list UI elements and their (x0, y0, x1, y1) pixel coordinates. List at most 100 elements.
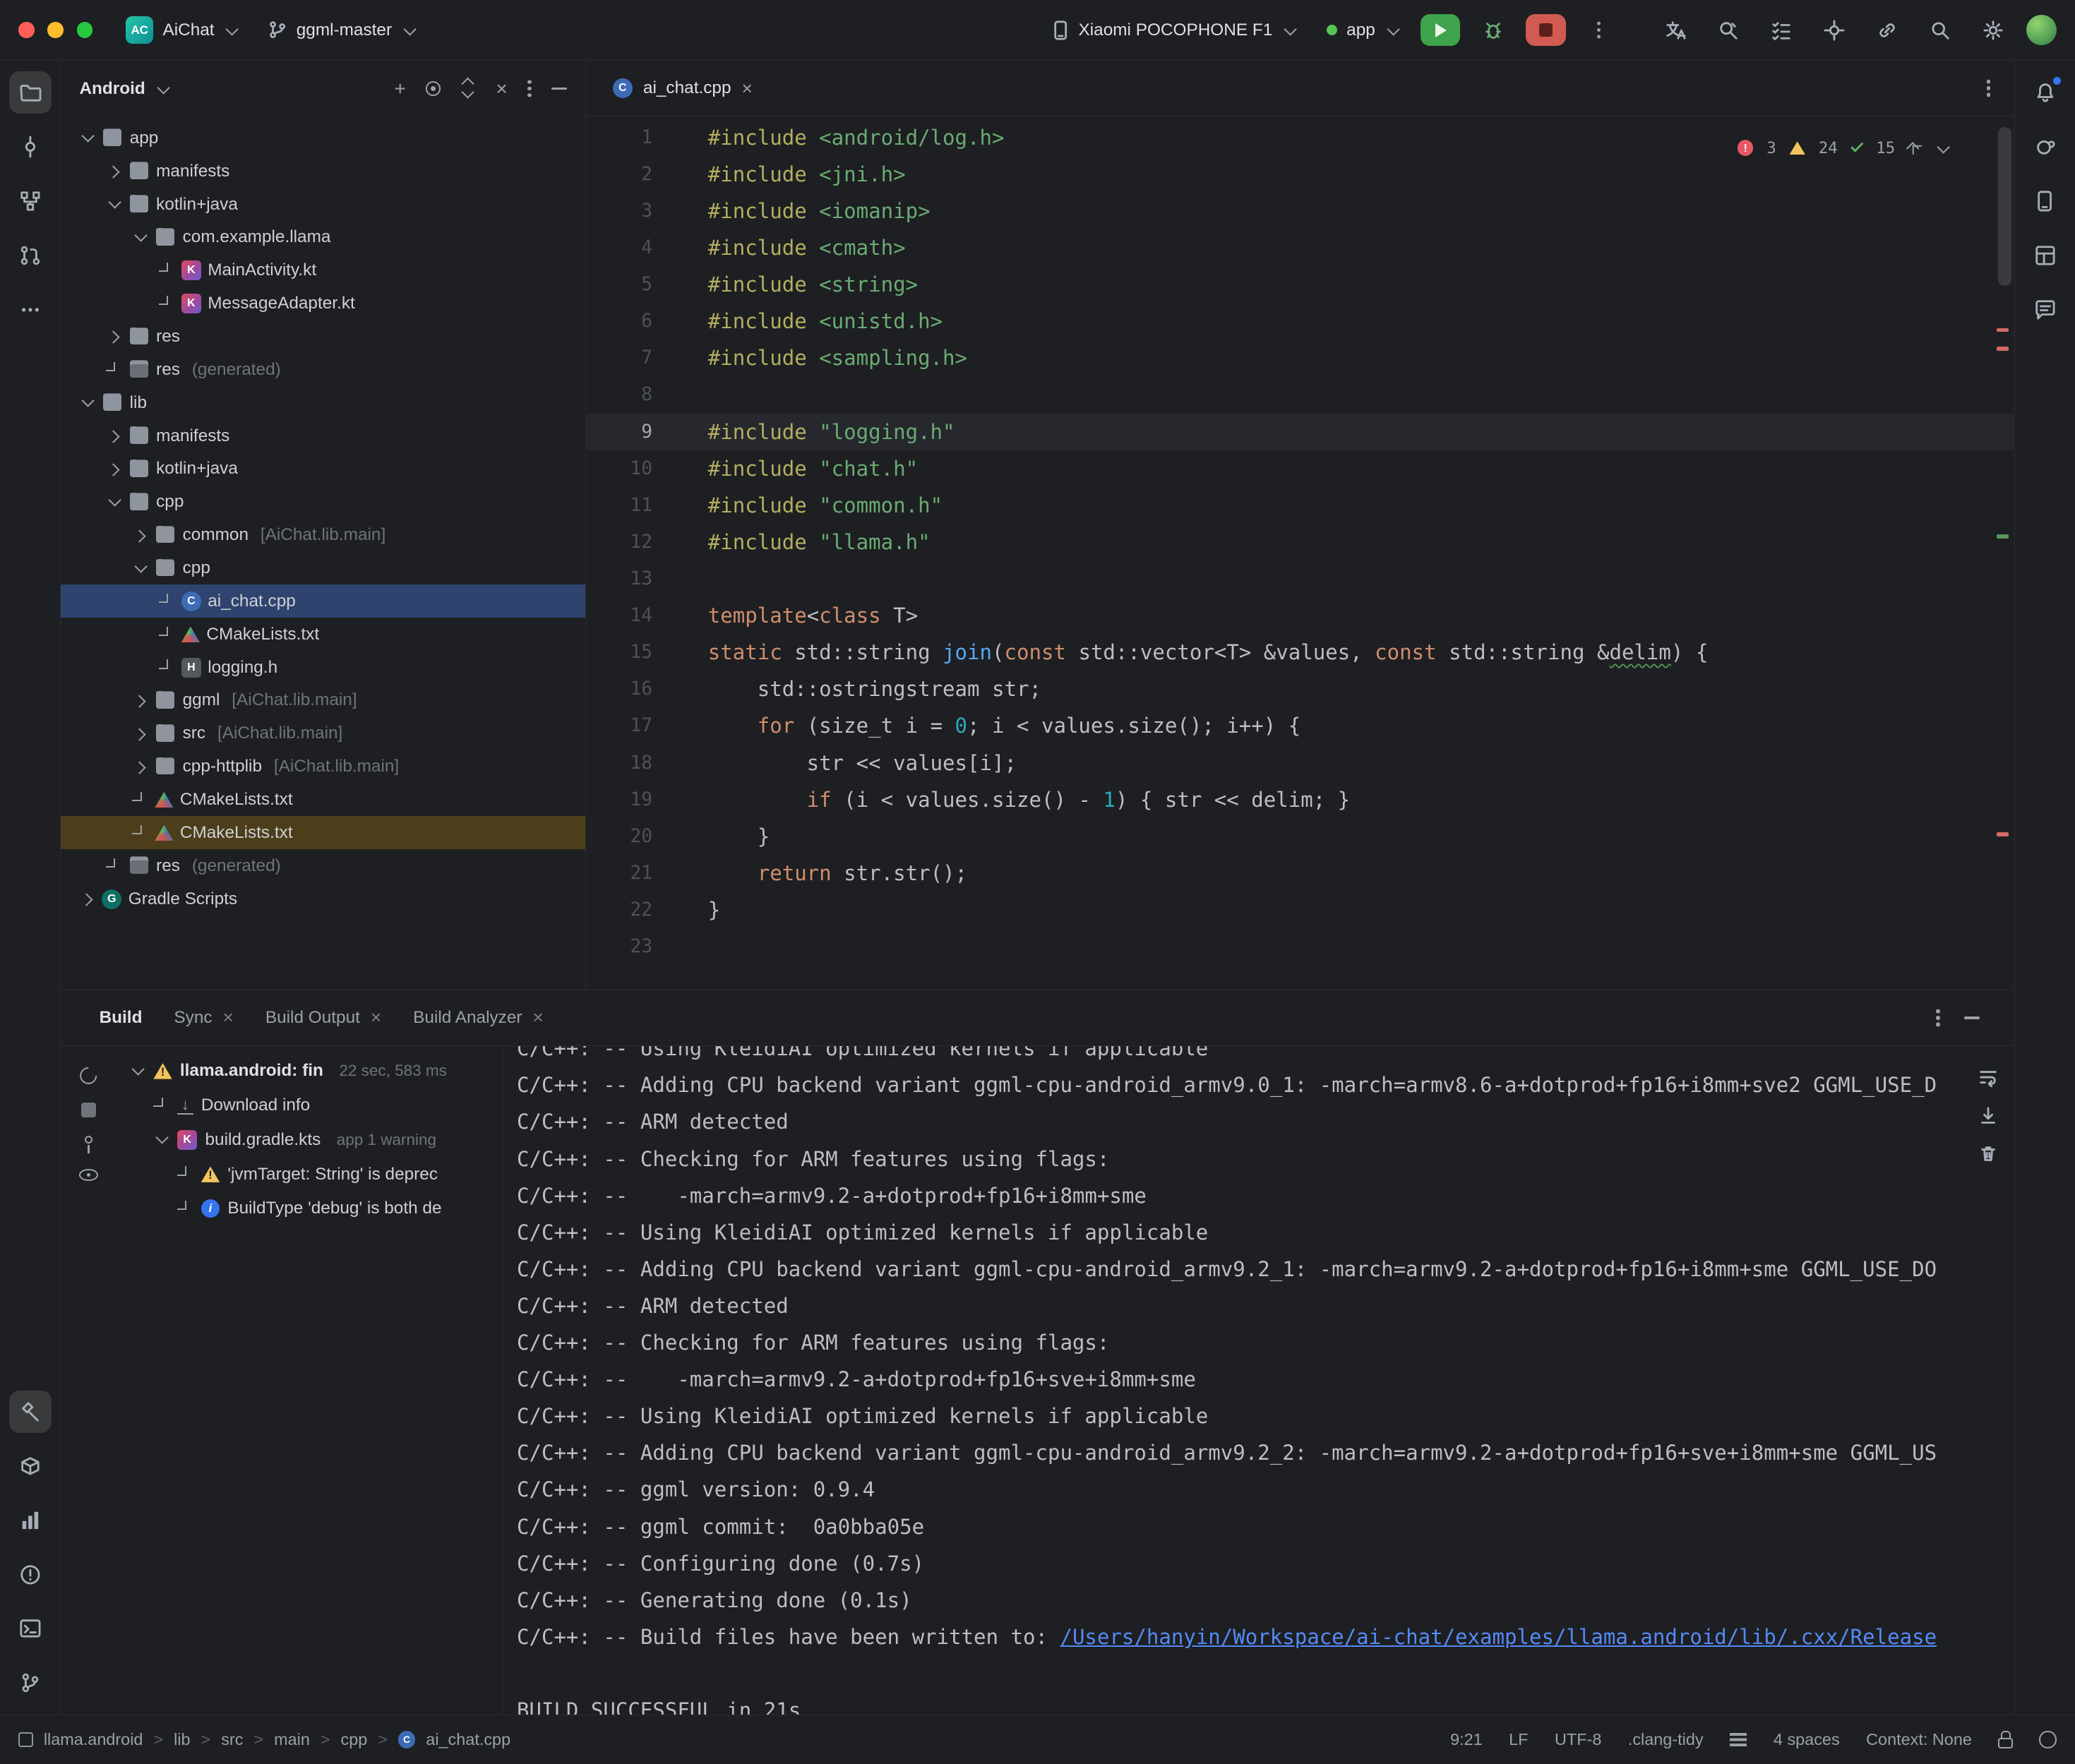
layout-inspector-button[interactable] (2023, 234, 2066, 277)
chevron-right-icon[interactable] (106, 329, 121, 344)
tree-item-ai-chat-cpp[interactable]: Cai_chat.cpp (61, 584, 585, 618)
close-tab-icon[interactable]: × (371, 1007, 381, 1028)
chevron-right-icon[interactable] (132, 527, 148, 543)
chevron-down-icon[interactable] (106, 196, 121, 212)
breadcrumb-item-cpp[interactable]: cpp (341, 1730, 368, 1749)
build-tab-build-analyzer[interactable]: Build Analyzer× (399, 990, 558, 1045)
chevron-down-icon[interactable] (130, 1063, 145, 1079)
code-line-4[interactable]: 4#include <cmath> (586, 229, 2014, 266)
code-line-23[interactable]: 23 (586, 928, 2014, 965)
terminal-tool-button[interactable] (9, 1607, 52, 1650)
options-kebab-icon[interactable] (527, 87, 532, 91)
status-line-separator[interactable]: LF (1509, 1730, 1528, 1749)
build-item-download-info[interactable]: ↓Download info (116, 1088, 503, 1123)
close-tab-icon[interactable]: × (533, 1007, 544, 1028)
status-context[interactable]: Context: None (1866, 1730, 1972, 1749)
stop-build-icon[interactable] (81, 1103, 96, 1117)
build-tab-build[interactable]: Build (85, 990, 157, 1045)
more-run-actions-button[interactable] (1579, 11, 1618, 48)
editor-tab-ai-chat-cpp[interactable]: C ai_chat.cpp × (597, 61, 768, 116)
add-icon[interactable]: + (395, 79, 406, 99)
chevron-down-icon[interactable] (79, 131, 95, 146)
tree-item-mainactivity-kt[interactable]: KMainActivity.kt (61, 254, 585, 287)
code-line-3[interactable]: 3#include <iomanip> (586, 193, 2014, 229)
version-control-tool-button[interactable] (9, 1662, 52, 1704)
change-stripe-mark[interactable] (1997, 534, 2009, 539)
build-item-llama-android-fin[interactable]: !llama.android: fin22 sec, 583 ms (116, 1054, 503, 1088)
status-clang-tidy[interactable]: .clang-tidy (1628, 1730, 1704, 1749)
code-line-5[interactable]: 5#include <string> (586, 266, 2014, 303)
device-mirroring-button[interactable] (1867, 11, 1907, 48)
chevron-down-icon[interactable] (79, 395, 95, 410)
scroll-to-end-icon[interactable] (1978, 1105, 1998, 1125)
editor-options-kebab-icon[interactable] (1987, 86, 1991, 90)
tree-item-gradle-scripts[interactable]: GGradle Scripts (61, 882, 585, 916)
profiler-tool-button[interactable] (9, 1499, 52, 1542)
tree-item-kotlin-java[interactable]: kotlin+java (61, 188, 585, 221)
inspections-widget[interactable]: ! 3 24 15 (1730, 127, 1956, 169)
close-tab-icon[interactable]: × (741, 78, 752, 100)
code-line-6[interactable]: 6#include <unistd.h> (586, 303, 2014, 340)
filter-eye-icon[interactable] (79, 1169, 97, 1181)
macos-zoom-button[interactable] (77, 22, 92, 37)
tree-item-kotlin-java[interactable]: kotlin+java (61, 452, 585, 486)
breadcrumb-item-src[interactable]: src (221, 1730, 243, 1749)
build-item-buildtype-debug-is-both-de[interactable]: iBuildType 'debug' is both de (116, 1192, 503, 1226)
hide-panel-icon[interactable] (551, 88, 567, 90)
inspect-code-button[interactable] (1709, 11, 1748, 48)
expand-collapse-icon[interactable] (460, 79, 476, 97)
pin-icon[interactable] (85, 1136, 92, 1144)
project-widget[interactable]: AC AiChat (116, 11, 246, 49)
problems-tool-button[interactable] (9, 1554, 52, 1596)
tree-item-res[interactable]: res(generated) (61, 353, 585, 386)
lock-icon[interactable] (1998, 1738, 2013, 1748)
tree-item-ggml[interactable]: ggml[AiChat.lib.main] (61, 684, 585, 717)
chevron-down-icon[interactable] (132, 560, 148, 576)
build-tab-sync[interactable]: Sync× (160, 990, 249, 1045)
tree-item-logging-h[interactable]: Hlogging.h (61, 651, 585, 684)
chevron-right-icon[interactable] (79, 891, 95, 906)
build-tool-button[interactable] (9, 1391, 52, 1433)
select-opened-file-icon[interactable] (426, 81, 441, 96)
tree-item-cpp-httplib[interactable]: cpp-httplib[AiChat.lib.main] (61, 750, 585, 784)
code-line-22[interactable]: 22} (586, 892, 2014, 928)
inspections-status-icon[interactable] (2039, 1731, 2056, 1748)
task-list-button[interactable] (1762, 11, 1801, 48)
build-console[interactable]: C/C++: -- Using KleidiAI optimized kerne… (503, 1046, 2014, 1715)
code-line-12[interactable]: 12#include "llama.h" (586, 524, 2014, 560)
breadcrumb-item-ai-chat-cpp[interactable]: ai_chat.cpp (426, 1730, 510, 1749)
clear-console-trash-icon[interactable] (1978, 1144, 1998, 1163)
code-line-16[interactable]: 16 std::ostringstream str; (586, 671, 2014, 707)
build-item-build-gradle-kts[interactable]: Kbuild.gradle.ktsapp 1 warning (116, 1122, 503, 1157)
status-file-encoding[interactable]: UTF-8 (1555, 1730, 1601, 1749)
vcs-branch-widget[interactable]: ggml-master (259, 15, 424, 45)
chevron-down-icon[interactable] (153, 1132, 169, 1148)
project-tool-button[interactable] (9, 71, 52, 114)
code-line-8[interactable]: 8 (586, 376, 2014, 413)
hide-build-panel-icon[interactable] (1964, 1016, 1980, 1019)
close-tab-icon[interactable]: × (223, 1007, 234, 1028)
tree-item-manifests[interactable]: manifests (61, 155, 585, 188)
macos-minimize-button[interactable] (47, 22, 63, 37)
tree-item-manifests[interactable]: manifests (61, 419, 585, 452)
tree-item-lib[interactable]: lib (61, 386, 585, 419)
tree-item-com-example-llama[interactable]: com.example.llama (61, 221, 585, 254)
code-line-20[interactable]: 20 } (586, 818, 2014, 855)
breadcrumb-item-lib[interactable]: lib (174, 1730, 190, 1749)
attach-debugger-button[interactable] (1814, 11, 1854, 48)
commit-tool-button[interactable] (9, 126, 52, 168)
macos-close-button[interactable] (18, 22, 34, 37)
code-line-14[interactable]: 14template<class T> (586, 597, 2014, 634)
code-line-13[interactable]: 13 (586, 560, 2014, 597)
device-selector[interactable]: Xiaomi POCOPHONE F1 (1043, 14, 1304, 46)
code-line-15[interactable]: 15static std::string join(const std::vec… (586, 634, 2014, 671)
stop-button[interactable] (1526, 14, 1565, 46)
error-stripe-mark[interactable] (1997, 328, 2009, 332)
tree-item-cmakelists-txt[interactable]: CMakeLists.txt (61, 618, 585, 651)
code-line-9[interactable]: 9#include "logging.h" (586, 414, 2014, 450)
tree-item-cpp[interactable]: cpp (61, 486, 585, 519)
more-tool-windows-button[interactable] (9, 289, 52, 331)
gradle-tool-button[interactable] (2023, 126, 2066, 168)
code-line-7[interactable]: 7#include <sampling.h> (586, 340, 2014, 376)
code-line-19[interactable]: 19 if (i < values.size() - 1) { str << d… (586, 781, 2014, 818)
